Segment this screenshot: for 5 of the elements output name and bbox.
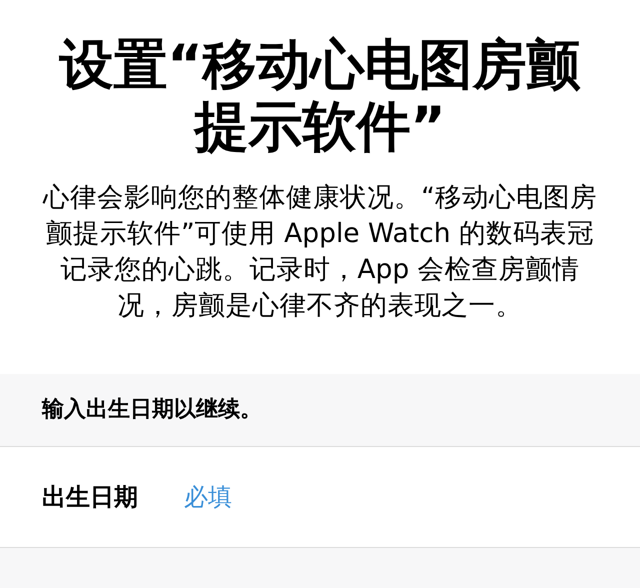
description-text: 心律会影响您的整体健康状况。“移动心电图房颤提示软件”可使用 Apple Watch 的数码表冠记录您的心跳。记录时，App 会检查房颤情况，房颤是心律不齐的表现之一。 [42, 181, 598, 323]
date-input-field[interactable]: 必填 [184, 483, 384, 511]
page-title: 设置“移动心电图房颤提示软件” [58, 34, 582, 158]
field-label: 出生日期 [42, 482, 138, 513]
section-header: 输入出生日期以继续。 [40, 396, 263, 424]
